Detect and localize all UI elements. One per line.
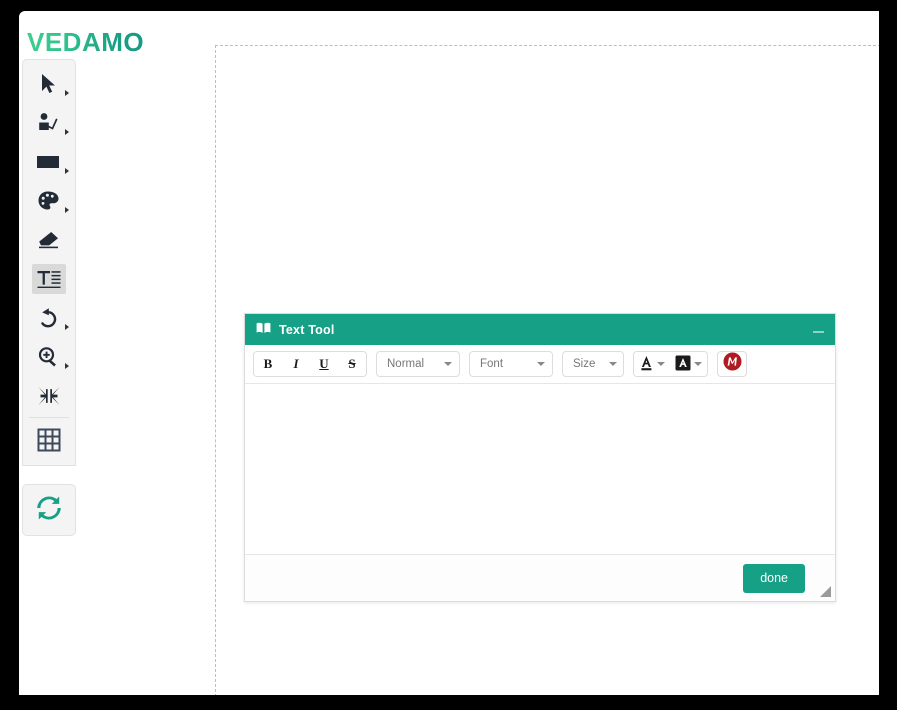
- resize-grip-icon[interactable]: [820, 586, 831, 597]
- underline-button[interactable]: U: [310, 352, 338, 376]
- font-color-button[interactable]: [634, 352, 670, 376]
- app-page: VEDAMO Text Tool B I U S Normal Font Siz…: [19, 11, 879, 695]
- vedamo-logo: VEDAMO: [27, 27, 145, 57]
- chevron-down-icon: [694, 362, 702, 366]
- dialog-title: Text Tool: [279, 322, 335, 337]
- font-size-dropdown[interactable]: Size: [562, 351, 624, 377]
- chevron-down-icon: [444, 362, 452, 366]
- highlight-color-icon: [675, 355, 691, 374]
- refresh-tool[interactable]: [22, 484, 76, 536]
- submenu-caret-icon[interactable]: [65, 207, 69, 213]
- select-tool[interactable]: [23, 64, 75, 103]
- format-toolbar: B I U S Normal Font Size: [245, 345, 835, 384]
- color-button-group: [633, 351, 708, 377]
- undo-arrow-icon: [32, 303, 66, 333]
- minimize-icon: [812, 330, 824, 333]
- chevron-down-icon: [537, 362, 545, 366]
- whiteboard-toolbar: [22, 59, 76, 466]
- font-color-icon: [639, 354, 654, 375]
- magnifier-plus-icon: [32, 342, 66, 372]
- shape-tool[interactable]: [23, 142, 75, 181]
- submenu-caret-icon[interactable]: [65, 168, 69, 174]
- paragraph-style-dropdown[interactable]: Normal: [376, 351, 460, 377]
- text-editor-input[interactable]: [245, 384, 835, 554]
- text-tool-dialog: Text Tool B I U S Normal Font Size done: [244, 313, 836, 602]
- chevron-down-icon: [609, 362, 618, 366]
- dialog-footer: done: [245, 554, 835, 601]
- presenter-pointer-icon: [32, 108, 66, 138]
- window-frame: VEDAMO Text Tool B I U S Normal Font Siz…: [0, 0, 897, 710]
- grid-tool[interactable]: [23, 420, 75, 459]
- submenu-caret-icon[interactable]: [65, 363, 69, 369]
- paragraph-style-value: Normal: [387, 358, 425, 370]
- toolbar-divider: [29, 417, 69, 418]
- font-size-value: Size: [573, 358, 596, 370]
- submenu-caret-icon[interactable]: [65, 324, 69, 330]
- italic-button[interactable]: I: [282, 352, 310, 376]
- font-family-value: Font: [480, 358, 504, 370]
- grid-icon: [32, 425, 66, 455]
- chevron-down-icon: [657, 362, 665, 366]
- refresh-sync-icon: [35, 494, 63, 527]
- mathtype-icon: [723, 352, 742, 376]
- submenu-caret-icon[interactable]: [65, 129, 69, 135]
- mathtype-button[interactable]: [717, 351, 747, 377]
- open-book-icon: [256, 321, 271, 339]
- font-family-dropdown[interactable]: Font: [469, 351, 553, 377]
- strikethrough-button[interactable]: S: [338, 352, 366, 376]
- collapse-tool[interactable]: [23, 376, 75, 415]
- eraser-icon: [32, 225, 66, 255]
- text-style-button-group: B I U S: [253, 351, 367, 377]
- pointer-tool[interactable]: [23, 103, 75, 142]
- color-tool[interactable]: [23, 181, 75, 220]
- text-tool[interactable]: [23, 259, 75, 298]
- rectangle-icon: [32, 147, 66, 177]
- done-button[interactable]: done: [743, 563, 805, 593]
- eraser-tool[interactable]: [23, 220, 75, 259]
- palette-icon: [32, 186, 66, 216]
- submenu-caret-icon[interactable]: [65, 90, 69, 96]
- zoom-tool[interactable]: [23, 337, 75, 376]
- undo-tool[interactable]: [23, 298, 75, 337]
- highlight-color-button[interactable]: [670, 352, 707, 376]
- cursor-arrow-icon: [32, 69, 66, 99]
- collapse-arrows-icon: [32, 381, 66, 411]
- dialog-header[interactable]: Text Tool: [245, 314, 835, 345]
- bold-button[interactable]: B: [254, 352, 282, 376]
- text-format-icon: [32, 263, 66, 294]
- minimize-button[interactable]: [811, 323, 825, 337]
